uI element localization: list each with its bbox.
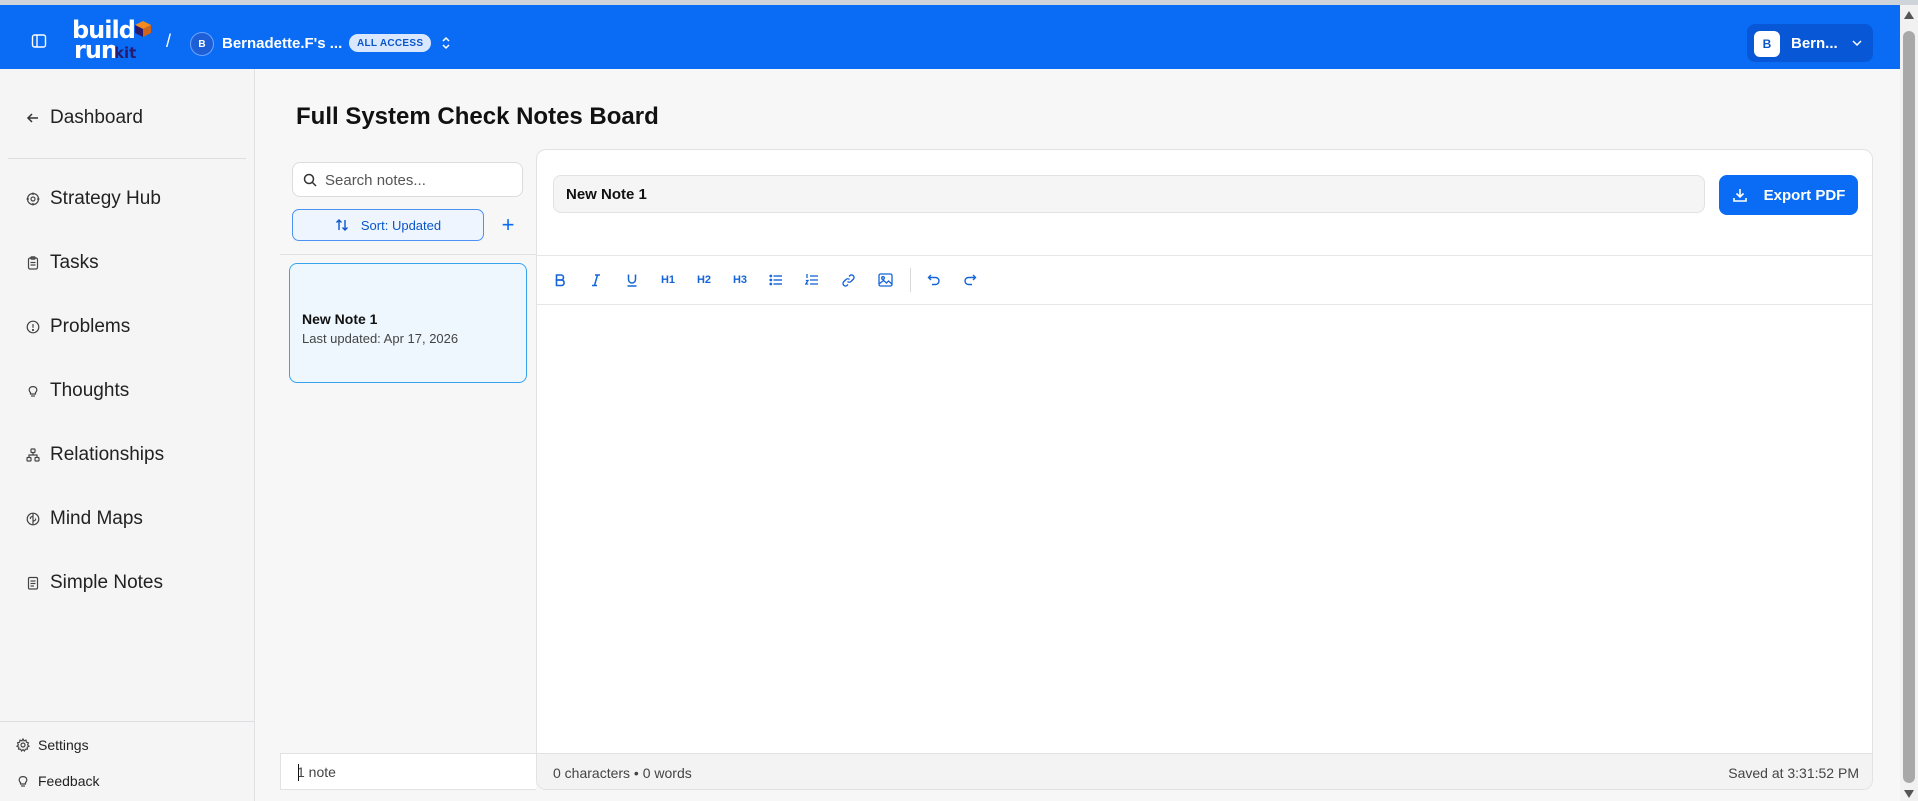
logo-text-run: run xyxy=(74,36,118,64)
chevron-down-icon xyxy=(1852,40,1862,47)
sidebar-item-tasks[interactable]: Tasks xyxy=(26,252,99,274)
settings-label: Settings xyxy=(38,737,89,753)
gear-icon xyxy=(16,738,30,752)
saved-timestamp: Saved at 3:31:52 PM xyxy=(1728,765,1859,781)
feedback-label: Feedback xyxy=(38,773,100,789)
word-count-stats: 0 characters • 0 words xyxy=(553,765,692,781)
chevrons-up-down-icon[interactable] xyxy=(438,33,454,53)
sidebar-item-simple-notes[interactable]: Simple Notes xyxy=(26,572,163,594)
heading-3-icon[interactable]: H3 xyxy=(729,270,751,290)
sidebar-item-thoughts[interactable]: Thoughts xyxy=(26,380,129,402)
workspace-name[interactable]: Bernadette.F's ... xyxy=(222,35,342,52)
sidebar-item-label: Thoughts xyxy=(50,380,130,401)
sidebar-item-label: Mind Maps xyxy=(50,508,143,529)
sort-button[interactable]: Sort: Updated xyxy=(292,209,484,241)
alert-circle-icon xyxy=(26,320,40,334)
page-title: Full System Check Notes Board xyxy=(296,103,659,130)
workspace-avatar[interactable]: B xyxy=(190,32,214,56)
cube-icon xyxy=(135,21,151,37)
arrow-left-icon xyxy=(26,113,38,123)
editor-content-area[interactable] xyxy=(537,305,1872,753)
image-icon[interactable] xyxy=(874,270,896,290)
export-label: Export PDF xyxy=(1763,186,1846,204)
notes-list-divider xyxy=(280,254,536,255)
editor-status-bar: 0 characters • 0 words Saved at 3:31:52 … xyxy=(537,753,1872,789)
access-badge: ALL ACCESS xyxy=(349,34,432,52)
sort-label: Sort: Updated xyxy=(360,217,442,233)
sidebar: Dashboard Strategy Hub Tasks Problems Th… xyxy=(0,69,255,801)
search-icon xyxy=(303,173,317,187)
sidebar-item-label: Tasks xyxy=(50,252,99,273)
logo-text-kit: kit xyxy=(114,44,137,62)
sidebar-item-label: Strategy Hub xyxy=(50,188,161,209)
underline-icon[interactable] xyxy=(621,270,643,290)
sidebar-item-label: Problems xyxy=(50,316,131,337)
formatting-toolbar: H1 H2 H3 xyxy=(537,256,1872,304)
notes-list-footer: 1 note xyxy=(280,753,536,790)
sidebar-item-relationships[interactable]: Relationships xyxy=(26,444,164,466)
sidebar-toggle-icon[interactable] xyxy=(28,30,50,52)
download-icon xyxy=(1732,189,1747,202)
settings-link[interactable]: Settings xyxy=(16,737,89,753)
sidebar-item-strategy-hub[interactable]: Strategy Hub xyxy=(26,188,161,210)
search-box[interactable] xyxy=(292,162,523,197)
lightbulb-icon xyxy=(28,386,38,397)
note-updated: Last updated: Apr 17, 2026 xyxy=(302,331,459,346)
lightbulb-icon xyxy=(18,776,28,787)
note-count: 1 note xyxy=(297,764,336,780)
numbered-list-icon[interactable] xyxy=(801,270,823,290)
brain-icon xyxy=(26,512,40,526)
heading-2-icon[interactable]: H2 xyxy=(693,270,715,290)
add-note-button[interactable]: + xyxy=(498,212,518,237)
sidebar-item-label: Relationships xyxy=(50,444,165,465)
back-label: Dashboard xyxy=(50,107,143,128)
sidebar-item-label: Simple Notes xyxy=(50,572,163,593)
scrollbar-thumb[interactable] xyxy=(1903,31,1915,783)
user-menu-button[interactable]: B Bern... xyxy=(1747,24,1873,62)
sidebar-item-mind-maps[interactable]: Mind Maps xyxy=(26,508,143,530)
page-scrollbar[interactable] xyxy=(1900,5,1918,801)
note-title-input[interactable] xyxy=(553,175,1705,213)
note-list-item[interactable]: New Note 1 Last updated: Apr 17, 2026 xyxy=(289,263,527,383)
user-avatar: B xyxy=(1754,31,1780,57)
heading-1-icon[interactable]: H1 xyxy=(657,270,679,290)
scroll-up-arrow-icon[interactable] xyxy=(1904,11,1914,19)
redo-icon[interactable] xyxy=(959,270,981,290)
note-title: New Note 1 xyxy=(302,311,378,327)
clipboard-icon xyxy=(27,256,39,270)
user-name: Bern... xyxy=(1791,35,1838,52)
italic-icon[interactable] xyxy=(585,270,607,290)
feedback-link[interactable]: Feedback xyxy=(16,773,99,789)
back-to-dashboard-link[interactable]: Dashboard xyxy=(26,107,143,129)
undo-icon[interactable] xyxy=(923,270,945,290)
toolbar-separator xyxy=(910,268,911,292)
bold-icon[interactable] xyxy=(549,270,571,290)
sidebar-bottom-divider xyxy=(0,721,255,722)
notepad-icon xyxy=(27,576,39,590)
strategy-icon xyxy=(26,192,40,206)
bullet-list-icon[interactable] xyxy=(765,270,787,290)
text-caret xyxy=(298,764,299,781)
network-icon xyxy=(26,448,40,462)
sidebar-item-problems[interactable]: Problems xyxy=(26,316,130,338)
link-icon[interactable] xyxy=(837,270,859,290)
breadcrumb-separator: / xyxy=(166,31,172,51)
logo[interactable]: build run kit xyxy=(70,18,156,62)
search-input[interactable] xyxy=(325,169,515,191)
sort-arrows-icon xyxy=(335,219,348,231)
app-header: build run kit / B Bernadette.F's ... ALL… xyxy=(0,5,1900,69)
sidebar-divider xyxy=(8,158,246,159)
scroll-down-arrow-icon[interactable] xyxy=(1904,790,1914,798)
note-editor: Export PDF H1 H2 H3 xyxy=(536,149,1873,790)
export-pdf-button[interactable]: Export PDF xyxy=(1719,175,1858,215)
